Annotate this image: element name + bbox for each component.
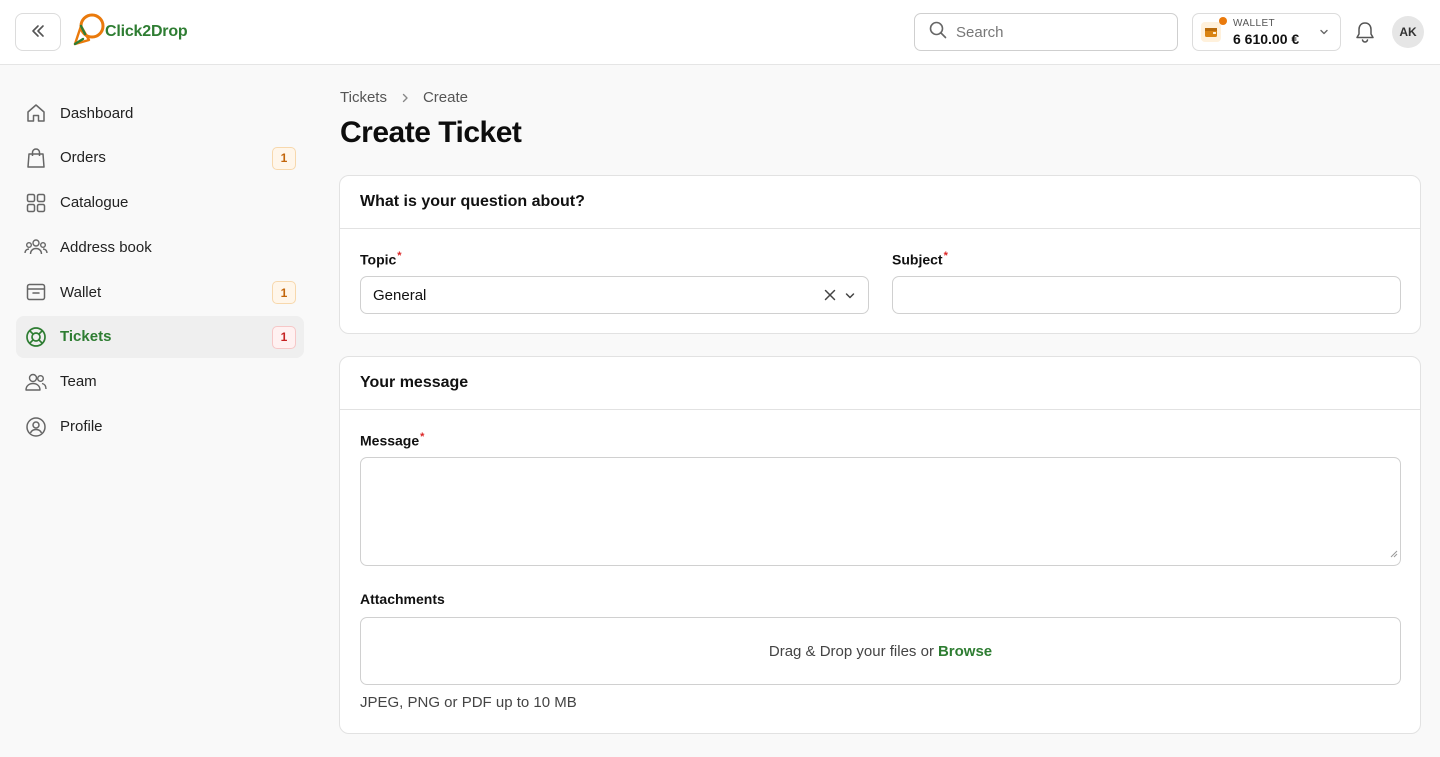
user-circle-icon [24, 415, 48, 439]
logo-mark-icon [71, 12, 105, 53]
subject-input[interactable] [892, 276, 1401, 314]
sidebar-item-tickets[interactable]: Tickets 1 [16, 315, 304, 358]
sidebar-item-label: Catalogue [60, 194, 129, 212]
message-textarea[interactable] [360, 457, 1401, 566]
message-card-title: Your message [340, 357, 1420, 410]
wallet-label: WALLET [1233, 18, 1276, 29]
required-mark: * [397, 250, 402, 262]
file-type-hint: JPEG, PNG or PDF up to 10 MB [360, 694, 577, 711]
subject-label-text: Subject [892, 251, 943, 268]
dropzone-text: Drag & Drop your files or [768, 642, 934, 660]
sidebar-item-label: Tickets [60, 328, 112, 346]
bell-icon[interactable] [1354, 20, 1376, 49]
chevron-right-icon [399, 92, 411, 104]
wallet-count-badge: 1 [272, 281, 296, 305]
attachments-label: Attachments [360, 591, 445, 607]
sidebar-item-catalogue[interactable]: Catalogue [16, 182, 304, 224]
sidebar-item-label: Orders [60, 149, 106, 167]
required-mark: * [420, 431, 425, 443]
page-title: Create Ticket [340, 116, 522, 149]
home-icon [24, 101, 48, 125]
required-mark: * [943, 250, 948, 262]
sidebar-item-label: Wallet [60, 283, 102, 301]
shopping-bag-icon [24, 146, 48, 170]
breadcrumb-current: Create [422, 89, 468, 106]
file-dropzone[interactable]: Drag & Drop your files or Browse [360, 617, 1401, 685]
chevron-down-icon[interactable] [844, 289, 856, 306]
user-avatar[interactable]: AK [1392, 16, 1424, 48]
message-label: Message* [360, 431, 424, 449]
subject-label: Subject* [892, 250, 948, 268]
brand-logo[interactable]: Click2Drop [71, 12, 188, 53]
sidebar-item-dashboard[interactable]: Dashboard [16, 92, 304, 134]
chevron-down-icon [1318, 25, 1330, 43]
users-icon [24, 370, 48, 394]
question-card: What is your question about? Topic* Gene… [339, 175, 1421, 334]
top-bar: Click2Drop WALLET 6 610.00 € AK [0, 0, 1440, 65]
message-card: Your message Message* Attachments Drag &… [339, 356, 1421, 734]
grid-icon [24, 191, 48, 215]
sidebar-item-wallet[interactable]: Wallet 1 [16, 271, 304, 313]
archive-box-icon [24, 280, 48, 304]
topic-label-text: Topic [360, 251, 397, 268]
message-label-text: Message [360, 432, 420, 449]
brand-name: Click2Drop [105, 23, 188, 40]
clear-icon[interactable] [823, 288, 837, 306]
tickets-count-badge: 1 [272, 325, 296, 349]
question-card-title: What is your question about? [340, 176, 1420, 229]
sidebar-nav: Dashboard Orders 1 Catalogue Address boo… [16, 92, 304, 450]
double-chevron-left-icon [29, 22, 47, 43]
wallet-balance: 6 610.00 € [1233, 31, 1300, 47]
lifebuoy-icon [24, 325, 48, 349]
sidebar-item-team[interactable]: Team [16, 361, 304, 403]
sidebar-item-label: Team [60, 373, 97, 391]
sidebar-item-label: Address book [60, 238, 152, 256]
wallet-notification-dot [1219, 17, 1227, 25]
wallet-icon [1201, 22, 1221, 42]
collapse-sidebar-button[interactable] [15, 13, 61, 51]
sidebar-item-label: Profile [60, 418, 103, 436]
browse-link[interactable]: Browse [938, 643, 992, 660]
resize-handle-icon[interactable] [1390, 545, 1398, 563]
search-icon [929, 21, 947, 44]
wallet-dropdown[interactable]: WALLET 6 610.00 € [1192, 13, 1341, 51]
topic-select[interactable]: General [360, 276, 869, 314]
sidebar-item-profile[interactable]: Profile [16, 406, 304, 448]
search-input[interactable] [956, 23, 1156, 41]
users-group-icon [24, 235, 48, 259]
sidebar-item-label: Dashboard [60, 104, 134, 122]
topic-selected-value: General [373, 286, 427, 304]
sidebar-item-address-book[interactable]: Address book [16, 226, 304, 268]
breadcrumb: Tickets Create [340, 89, 468, 106]
sidebar-item-orders[interactable]: Orders 1 [16, 137, 304, 179]
topic-label: Topic* [360, 250, 402, 268]
breadcrumb-tickets-link[interactable]: Tickets [340, 89, 387, 106]
search-box[interactable] [914, 13, 1178, 51]
orders-count-badge: 1 [272, 146, 296, 170]
